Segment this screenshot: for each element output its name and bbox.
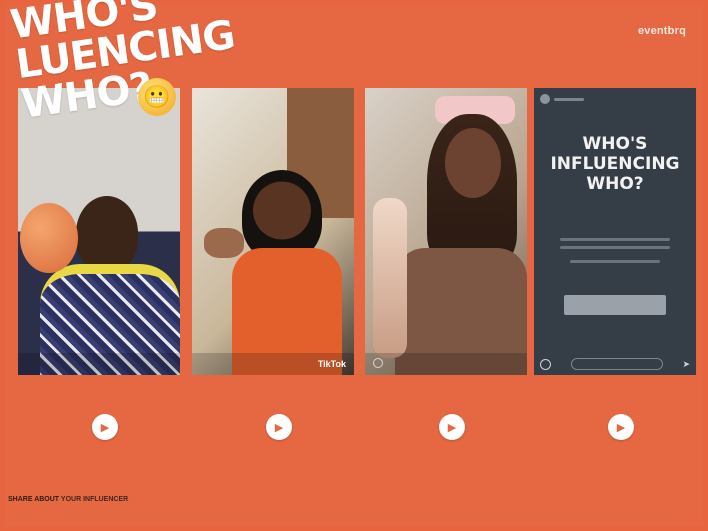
person-photo <box>76 196 138 270</box>
glass-image <box>373 198 407 358</box>
story-cta-button[interactable] <box>564 295 666 315</box>
avatar <box>540 94 550 104</box>
text-line <box>560 246 670 249</box>
story-card-4[interactable]: WHO'S INFLUENCING WHO? ➤ <box>534 88 696 375</box>
play-icon: ▶ <box>616 421 626 434</box>
play-button[interactable]: ▶ <box>608 414 634 440</box>
footer-right: YOUR INFLUENCER <box>60 496 129 503</box>
camera-icon[interactable] <box>540 358 551 370</box>
person-photo <box>242 170 322 260</box>
story-footer-bar <box>365 353 527 375</box>
send-icon[interactable]: ➤ <box>682 359 690 370</box>
text-line <box>560 238 670 241</box>
story-footer-bar <box>18 353 180 375</box>
story-title: WHO'S INFLUENCING WHO? <box>550 134 680 194</box>
play-icon: ▶ <box>100 421 110 434</box>
play-button[interactable]: ▶ <box>92 414 118 440</box>
play-button[interactable]: ▶ <box>266 414 292 440</box>
username-placeholder <box>554 97 584 101</box>
play-button[interactable]: ▶ <box>439 414 465 440</box>
tiktok-label: TikTok <box>317 359 346 369</box>
story-dot-icon <box>373 358 383 368</box>
play-icon: ▶ <box>274 421 284 434</box>
footer-caption: SHARE ABOUT YOUR INFLUENCER <box>8 496 128 503</box>
face-image <box>445 128 501 198</box>
message-input[interactable] <box>570 358 663 370</box>
grimace-emoji-icon: 😬 <box>138 78 176 116</box>
brand-logo[interactable]: eventbrq <box>638 25 686 37</box>
story-header <box>540 94 584 104</box>
story-reply-bar: ➤ <box>534 353 696 375</box>
text-line <box>570 260 660 263</box>
story-card-2[interactable]: TikTok <box>192 88 354 375</box>
play-row-1: ▶ <box>18 414 180 442</box>
play-row-3: ▶ <box>365 414 527 442</box>
balloon-image <box>20 203 78 273</box>
story-card-1[interactable] <box>18 88 180 375</box>
hand-image <box>204 228 244 258</box>
play-icon: ▶ <box>447 421 457 434</box>
play-row-4: ▶ <box>534 414 696 442</box>
story-card-3[interactable] <box>365 88 527 375</box>
play-row-2: ▶ <box>192 414 354 442</box>
footer-left: SHARE ABOUT <box>8 496 60 503</box>
